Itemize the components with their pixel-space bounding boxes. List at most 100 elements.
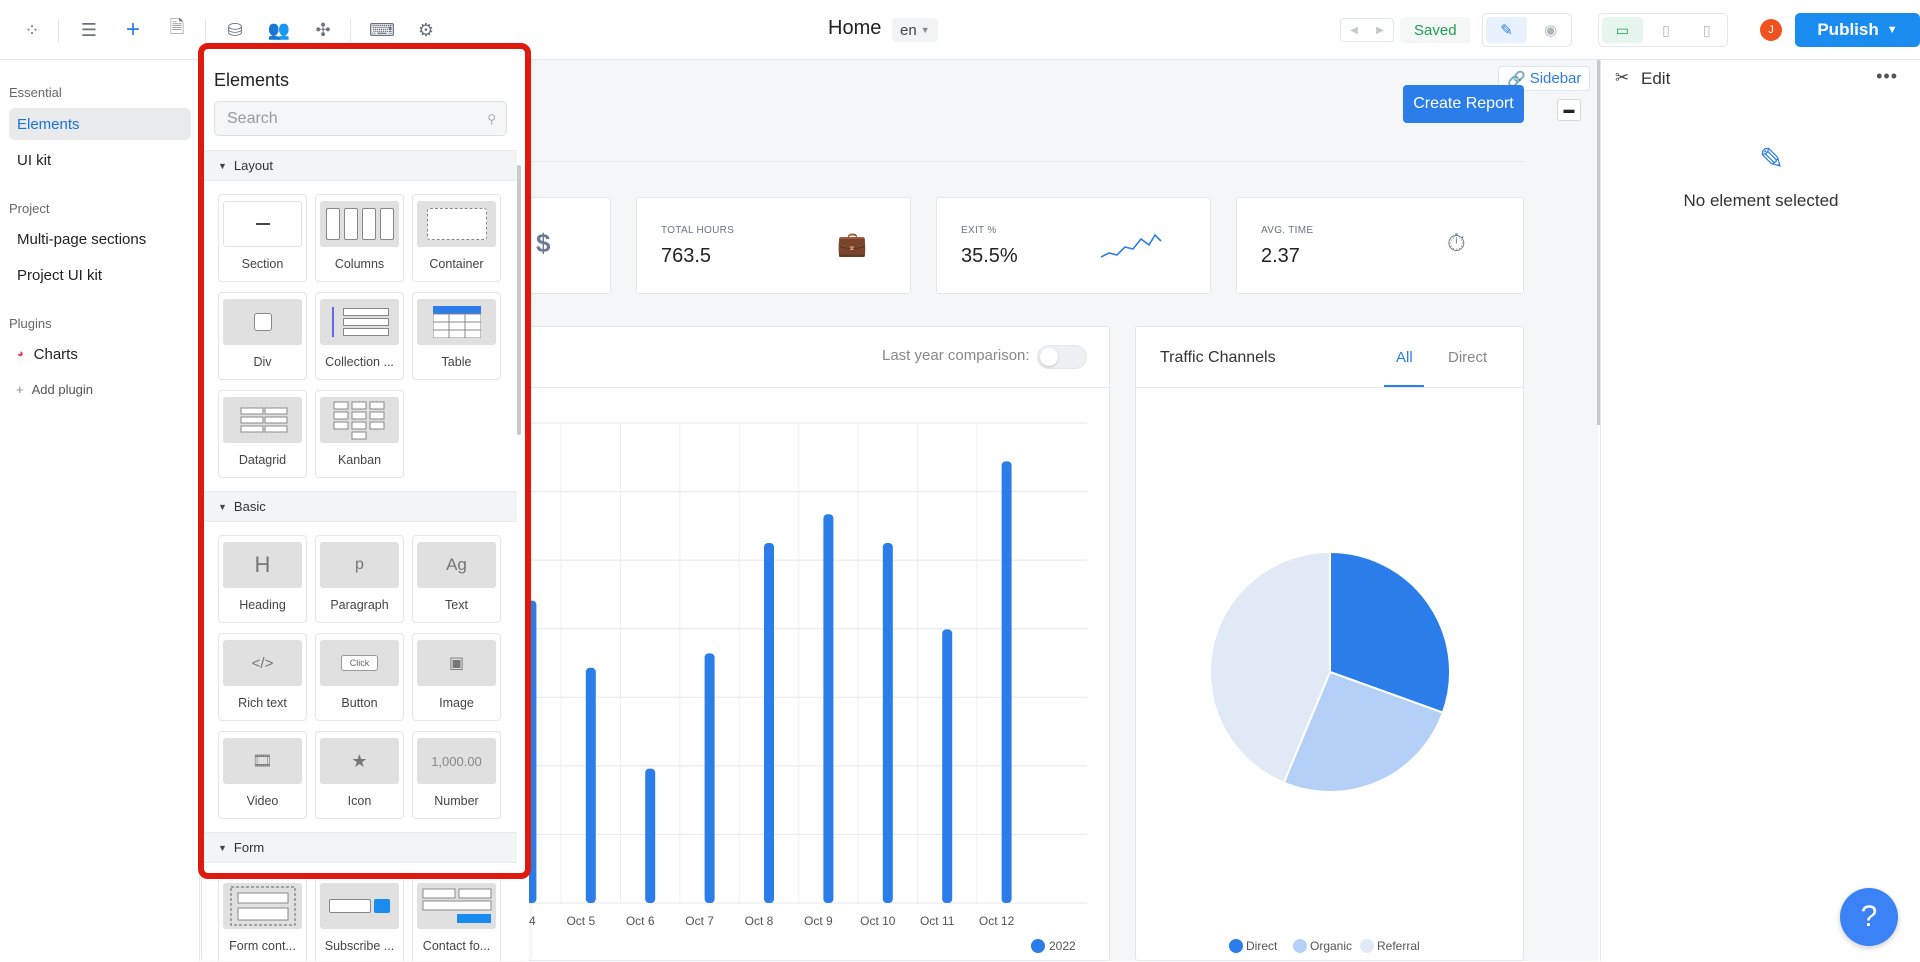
datagrid-rows-icon (240, 407, 287, 433)
sidebar-item-ui-kit[interactable]: UI kit (9, 144, 191, 176)
left-sidebar: Essential Elements UI kit Project Multi-… (0, 60, 200, 961)
element-tile-subscribe[interactable]: Subscribe ... (315, 876, 404, 961)
element-tile-columns[interactable]: Columns (315, 194, 404, 282)
divider (350, 18, 351, 42)
panel-scrollbar[interactable] (517, 165, 521, 435)
plus-icon: + (16, 382, 24, 397)
puzzle-icon[interactable]: ✣ (310, 17, 336, 43)
element-tile-video[interactable]: 🎞 Video (218, 731, 307, 819)
element-tile-text[interactable]: Ag Text (412, 535, 501, 623)
heading-preview-icon: H (223, 542, 302, 588)
element-tile-contact-form[interactable]: Contact fo... (412, 876, 501, 961)
element-tile-form-container[interactable]: Form cont... (218, 876, 307, 961)
element-tile-button[interactable]: Click Button (315, 633, 404, 721)
bar (585, 667, 596, 903)
help-button[interactable]: ? (1840, 888, 1898, 946)
users-icon[interactable]: 👥 (266, 17, 292, 43)
language-select[interactable]: en ▼ (892, 18, 938, 42)
preview-eye-icon[interactable]: ◉ (1530, 14, 1571, 46)
add-plugin-link[interactable]: + Add plugin (16, 382, 93, 397)
element-tile-rich-text[interactable]: </> Rich text (218, 633, 307, 721)
bar (823, 514, 834, 903)
element-tile-heading[interactable]: H Heading (218, 535, 307, 623)
section-header-layout[interactable]: ▼ Layout (202, 150, 517, 181)
create-report-button[interactable]: Create Report (1403, 85, 1524, 123)
element-tile-container[interactable]: Container (412, 194, 501, 282)
avatar[interactable]: J (1760, 19, 1782, 41)
tile-label: Div (253, 355, 272, 369)
panel-title: Elements (214, 70, 290, 90)
page-title: Home (828, 17, 882, 39)
tile-label: Heading (239, 598, 286, 612)
search-icon: ⚲ (487, 112, 496, 126)
table-preview-icon (417, 299, 496, 345)
sidebar-item-project-ui-kit[interactable]: Project UI kit (9, 259, 191, 291)
container-preview-icon (417, 201, 496, 247)
layers-icon[interactable]: ☰ (76, 17, 102, 43)
bar (942, 629, 953, 903)
sidebar-toggle-icon[interactable]: ▬ (1557, 99, 1581, 121)
columns-preview-icon (320, 201, 399, 247)
x-tick-label: Oct 9 (804, 914, 833, 928)
datagrid-preview-icon (223, 397, 302, 443)
element-tile-paragraph[interactable]: p Paragraph (315, 535, 404, 623)
tile-label: Columns (334, 257, 385, 271)
stat-label: TOTAL HOURS (661, 225, 735, 236)
right-panel: ✂ Edit ••• ✎ No element selected (1600, 60, 1920, 961)
desktop-icon[interactable]: ▭ (1602, 17, 1643, 43)
stat-card: EXIT % 35.5% (936, 197, 1211, 294)
edit-tools-icon: ✂ (1615, 68, 1630, 87)
element-tile-datagrid[interactable]: Datagrid (218, 390, 307, 478)
section-label-essential: Essential (9, 85, 62, 100)
section-label: Layout (233, 158, 273, 173)
section-preview-icon (223, 201, 302, 247)
element-tile-number[interactable]: 1,000.00 Number (412, 731, 501, 819)
traffic-channels-card: Traffic Channels All Direct Direct Organi… (1135, 326, 1524, 961)
legend-label: Referral (1377, 939, 1420, 953)
element-tile-table[interactable]: Table (412, 292, 501, 380)
sidebar-item-elements[interactable]: Elements (9, 108, 191, 140)
x-tick-label: Oct 5 (566, 914, 595, 928)
tile-label: Collection ... (325, 355, 394, 369)
element-tile-section[interactable]: Section (218, 194, 307, 282)
tools-icon: ✎ (1759, 143, 1785, 176)
tile-label: Container (429, 257, 484, 271)
search-input[interactable]: Search ⚲ (214, 101, 507, 136)
database-icon[interactable]: ⛁ (222, 17, 248, 43)
code-icon[interactable]: ⌨ (369, 17, 395, 43)
chart-plugin-icon: ◕ (17, 348, 24, 360)
page-icon[interactable]: 🗎 (164, 17, 190, 43)
element-tile-image[interactable]: ▣ Image (412, 633, 501, 721)
element-tile-collection[interactable]: Collection ... (315, 292, 404, 380)
caret-down-icon: ▼ (218, 160, 227, 171)
element-tile-icon[interactable]: ★ Icon (315, 731, 404, 819)
panel-title: Edit (1641, 69, 1671, 88)
stat-card: TOTAL HOURS 763.5 💼 (636, 197, 911, 294)
legend-dot (1229, 939, 1243, 953)
section-header-basic[interactable]: ▼ Basic (202, 491, 517, 522)
apps-icon[interactable]: ⁘ (19, 17, 45, 43)
divider (58, 18, 59, 42)
element-tile-kanban[interactable]: Kanban (315, 390, 404, 478)
sparkline-icon (1100, 233, 1162, 258)
tile-label: Button (341, 696, 378, 710)
sidebar-item-charts[interactable]: ◕ Charts (9, 338, 191, 370)
paragraph-preview-icon: p (320, 542, 399, 588)
gear-icon[interactable]: ⚙ (413, 17, 439, 43)
kanban-preview-icon (320, 397, 399, 443)
stat-value: 2.37 (1261, 245, 1300, 267)
sidebar-item-multi-page-sections[interactable]: Multi-page sections (9, 223, 191, 255)
mobile-icon[interactable]: ▯ (1686, 14, 1727, 46)
divider (205, 18, 206, 42)
tablet-icon[interactable]: ▯ (1646, 14, 1687, 46)
contact-form-shape-icon (422, 888, 491, 923)
undo-icon[interactable]: ◀ (1341, 19, 1367, 41)
publish-button[interactable]: Publish ▼ (1795, 13, 1920, 47)
more-icon[interactable]: ••• (1876, 66, 1898, 87)
add-icon[interactable]: + (120, 16, 146, 43)
element-tile-div[interactable]: Div (218, 292, 307, 380)
redo-icon[interactable]: ▶ (1367, 19, 1393, 41)
edit-mode-pencil-icon[interactable]: ✎ (1486, 17, 1527, 43)
section-header-form[interactable]: ▼ Form (202, 832, 517, 863)
sidebar-tag-label: Sidebar (1529, 70, 1582, 87)
